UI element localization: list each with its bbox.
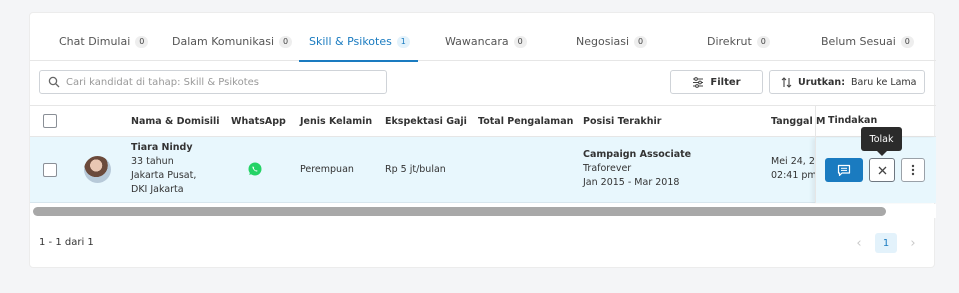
tab-label: Wawancara xyxy=(445,35,509,48)
column-header-gender[interactable]: Jenis Kelamin xyxy=(300,116,372,127)
position-title: Campaign Associate xyxy=(583,149,692,160)
pagination-next-button[interactable]: › xyxy=(903,233,923,253)
position-company: Traforever xyxy=(583,163,632,174)
applied-date: Mei 24, 2 02:41 pm xyxy=(771,155,817,183)
search-box xyxy=(39,70,387,94)
tab-count-badge: 0 xyxy=(279,36,293,48)
search-input[interactable] xyxy=(66,76,366,88)
scrollbar-thumb[interactable] xyxy=(33,207,886,216)
candidate-salary: Rp 5 jt/bulan xyxy=(385,164,446,175)
column-header-experience[interactable]: Total Pengalaman xyxy=(478,116,573,127)
pagination-summary: 1 - 1 dari 1 xyxy=(39,237,94,248)
candidate-city: Jakarta Pusat, xyxy=(131,170,197,181)
reject-button[interactable] xyxy=(869,158,895,182)
chat-bubble-icon xyxy=(837,164,851,176)
column-header-salary[interactable]: Ekspektasi Gaji xyxy=(385,116,467,127)
filter-button[interactable]: Filter xyxy=(670,70,763,94)
avatar xyxy=(84,156,111,183)
close-icon xyxy=(878,166,886,174)
stage-tabs: Chat Dimulai 0 Dalam Komunikasi 0 Skill … xyxy=(30,13,936,62)
column-header-name[interactable]: Nama & Domisili xyxy=(131,116,220,127)
applied-date-time: 02:41 pm xyxy=(771,170,817,181)
position-period: Jan 2015 - Mar 2018 xyxy=(583,177,680,188)
more-options-button[interactable] xyxy=(901,158,925,182)
column-header-actions: Tindakan xyxy=(828,115,878,126)
sort-button[interactable]: Urutkan: Baru ke Lama xyxy=(769,70,925,94)
candidate-info: Tiara Nindy 33 tahun Jakarta Pusat, DKI … xyxy=(131,141,196,197)
tab-chat-dimulai[interactable]: Chat Dimulai 0 xyxy=(59,35,149,61)
chevron-left-icon: ‹ xyxy=(856,235,862,251)
tab-count-badge: 0 xyxy=(513,36,527,48)
tab-negosiasi[interactable]: Negosiasi 0 xyxy=(576,35,648,61)
candidate-province: DKI Jakarta xyxy=(131,184,184,195)
tab-belum-sesuai[interactable]: Belum Sesuai 0 xyxy=(821,35,914,61)
tab-count-badge: 0 xyxy=(135,36,149,48)
reject-tooltip: Tolak xyxy=(861,127,902,156)
tab-count-badge: 1 xyxy=(396,36,410,48)
more-vertical-icon xyxy=(911,164,915,176)
candidate-age: 33 tahun xyxy=(131,156,174,167)
tab-dalam-komunikasi[interactable]: Dalam Komunikasi 0 xyxy=(172,35,293,61)
tab-label: Chat Dimulai xyxy=(59,35,131,48)
sort-label: Urutkan: xyxy=(798,76,845,88)
tab-direkrut[interactable]: Direkrut 0 xyxy=(707,35,770,61)
table-header: Nama & Domisili WhatsApp Jenis Kelamin E… xyxy=(30,105,936,137)
chevron-right-icon: › xyxy=(910,235,916,251)
applied-date-day: Mei 24, 2 xyxy=(771,156,815,167)
tab-count-badge: 0 xyxy=(900,36,914,48)
candidate-name[interactable]: Tiara Nindy xyxy=(131,141,196,155)
sort-arrows-icon xyxy=(781,76,792,88)
column-header-whatsapp[interactable]: WhatsApp xyxy=(231,116,286,127)
select-all-checkbox[interactable] xyxy=(43,114,57,128)
last-position: Campaign Associate Traforever Jan 2015 -… xyxy=(583,148,691,190)
table-row[interactable]: Tiara Nindy 33 tahun Jakarta Pusat, DKI … xyxy=(30,137,936,203)
pagination-prev-button[interactable]: ‹ xyxy=(849,233,869,253)
tab-label: Dalam Komunikasi xyxy=(172,35,275,48)
search-icon xyxy=(48,76,60,88)
tab-wawancara[interactable]: Wawancara 0 xyxy=(445,35,527,61)
tab-skill-psikotes[interactable]: Skill & Psikotes 1 xyxy=(299,35,418,62)
filter-sliders-icon xyxy=(693,76,704,88)
whatsapp-icon[interactable] xyxy=(248,162,262,176)
column-header-position[interactable]: Posisi Terakhir xyxy=(583,116,661,127)
row-checkbox[interactable] xyxy=(43,163,57,177)
pagination-page-button[interactable]: 1 xyxy=(875,233,897,253)
tab-label: Skill & Psikotes xyxy=(309,35,392,48)
tab-count-badge: 0 xyxy=(756,36,770,48)
tooltip-text: Tolak xyxy=(869,133,894,145)
sort-value: Baru ke Lama xyxy=(851,76,917,88)
tab-label: Direkrut xyxy=(707,35,752,48)
filter-label: Filter xyxy=(710,76,741,88)
tab-label: Belum Sesuai xyxy=(821,35,896,48)
actions-column: Tindakan xyxy=(815,105,936,203)
chat-button[interactable] xyxy=(825,158,863,182)
candidate-card: Chat Dimulai 0 Dalam Komunikasi 0 Skill … xyxy=(29,12,936,268)
candidate-gender: Perempuan xyxy=(300,164,354,175)
tab-label: Negosiasi xyxy=(576,35,630,48)
tab-count-badge: 0 xyxy=(634,36,648,48)
